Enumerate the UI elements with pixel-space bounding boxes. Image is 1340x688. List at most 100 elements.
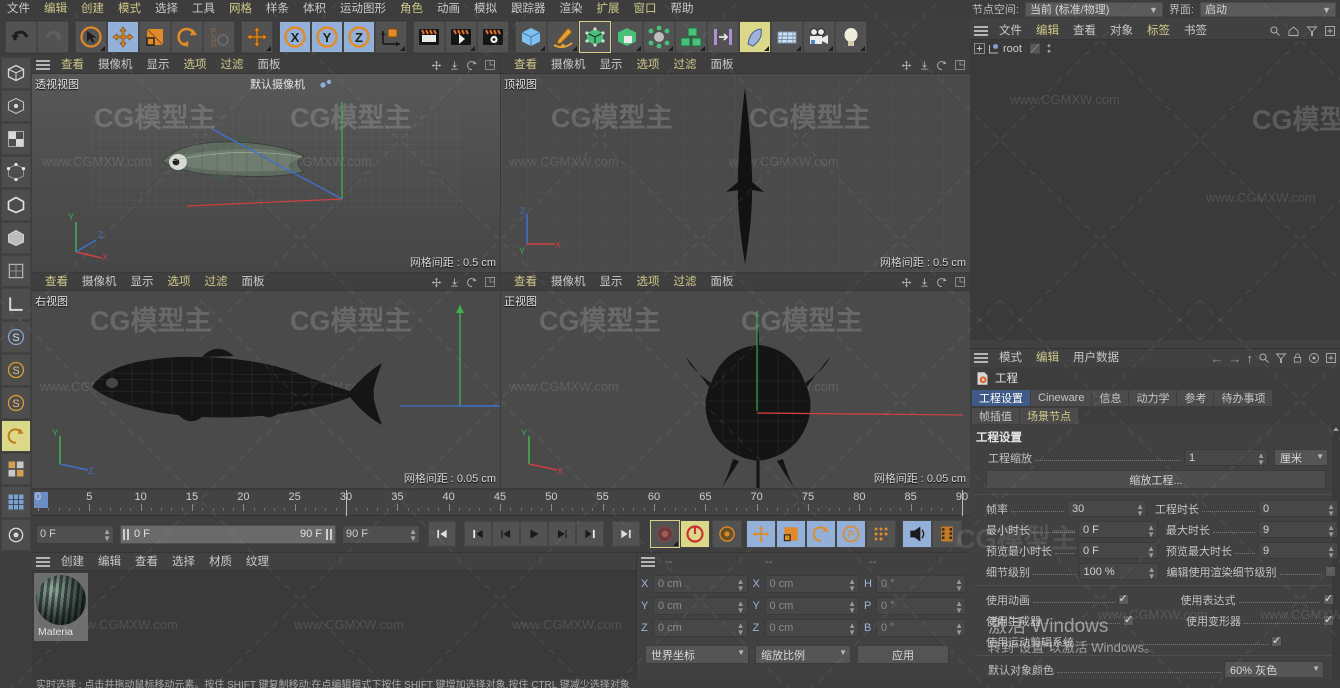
film-strip-button[interactable] <box>932 520 962 548</box>
viewport-menu-item-5[interactable]: 面板 <box>704 56 741 74</box>
arrow-right-icon[interactable]: → <box>1229 351 1242 366</box>
model-mode-button[interactable] <box>1 57 31 89</box>
attributes-menu-item-2[interactable]: 用户数据 <box>1066 349 1126 367</box>
attribute-checkbox[interactable] <box>1117 592 1129 605</box>
menu-item-13[interactable]: 跟踪器 <box>504 0 553 18</box>
menu-item-17[interactable]: 帮助 <box>664 0 701 18</box>
viewport-nav-icons[interactable] <box>430 273 496 291</box>
x-axis-toggle[interactable]: X <box>279 21 311 53</box>
snap-s3-button[interactable]: S <box>1 387 31 419</box>
viewport-menu-item-1[interactable]: 摄像机 <box>75 273 124 291</box>
spinner-icon[interactable]: ▲ ▼ <box>1136 503 1144 518</box>
viewport-menu-item-5[interactable]: 面板 <box>251 56 288 74</box>
snap-s1-button[interactable]: S <box>1 321 31 353</box>
object-menu-item-5[interactable]: 书签 <box>1177 22 1214 40</box>
viewport-front[interactable]: 查看 摄像机 显示 选项 过滤 面板 CG模型主 CG模型主 www.CGMXW.com … <box>501 273 970 488</box>
object-menu-item-1[interactable]: 编辑 <box>1029 22 1066 40</box>
position-y-field[interactable]: 0 cm ▲ ▼ <box>653 597 748 615</box>
layout-grid-button[interactable] <box>1 453 31 485</box>
material-menu-item-2[interactable]: 查看 <box>128 553 165 571</box>
attributes-menu-item-1[interactable]: 编辑 <box>1029 349 1066 367</box>
current-frame-field[interactable]: 0 F ▲ ▼ <box>36 524 114 544</box>
go-to-previous-key-button[interactable] <box>464 521 492 547</box>
material-menu-item-5[interactable]: 纹理 <box>239 553 276 571</box>
attributes-tab-待办事项[interactable]: 待办事项 <box>1214 390 1273 406</box>
spinner-icon[interactable]: ▲ ▼ <box>1147 524 1155 539</box>
deformer-button[interactable] <box>611 21 643 53</box>
menu-item-3[interactable]: 模式 <box>111 0 148 18</box>
object-manager-body[interactable]: root www.CGMXW.com www.CGMXW.com CG模型主 <box>970 40 1340 340</box>
attribute-field-right[interactable]: 9 ▲ ▼ <box>1258 542 1338 560</box>
menu-item-10[interactable]: 角色 <box>393 0 430 18</box>
timeline-playhead[interactable] <box>346 490 347 516</box>
spinner-icon[interactable]: ▲ ▼ <box>1147 545 1155 560</box>
material-manager-menu[interactable]: 创建 编辑 查看 选择 材质 纹理 <box>54 553 276 571</box>
viewport-top-menu[interactable]: 查看 摄像机 显示 选项 过滤 面板 <box>507 56 741 74</box>
move-tool[interactable] <box>107 21 139 53</box>
viewport-right-menu[interactable]: 查看 摄像机 显示 选项 过滤 面板 <box>38 273 272 291</box>
uv-mode-button[interactable] <box>1 486 31 518</box>
sculpt-button[interactable] <box>739 21 771 53</box>
viewport-nav-icons[interactable] <box>900 56 966 74</box>
viewport-perspective[interactable]: 查看摄像机显示选项过滤面板 CG模型主 CG模型主 www.CGMXW.com … <box>32 56 500 272</box>
attribute-field[interactable]: 100 % ▲ ▼ <box>1078 563 1159 581</box>
object-row-root[interactable]: root <box>970 40 1340 57</box>
go-to-end-button[interactable] <box>612 521 640 547</box>
viewport-menu-item-1[interactable]: 摄像机 <box>544 273 593 291</box>
attributes-tabs-row1[interactable]: 工程设置 Cineware 信息 动力学 参考 待办事项 <box>970 389 1340 407</box>
undo-button[interactable] <box>5 21 37 53</box>
attributes-tab-Cineware[interactable]: Cineware <box>1031 390 1092 406</box>
rotation-b-field[interactable]: 0 ° ▲ ▼ <box>876 619 966 637</box>
object-manager-icons[interactable] <box>1269 22 1336 40</box>
viewport-menu-item-1[interactable]: 摄像机 <box>544 56 593 74</box>
attribute-field-right[interactable]: 0 ▲ ▼ <box>1258 500 1338 518</box>
menu-item-2[interactable]: 创建 <box>74 0 111 18</box>
scroll-up-arrow[interactable] <box>1333 427 1339 431</box>
spline-pen-button[interactable] <box>547 21 579 53</box>
position-z-field[interactable]: 0 cm ▲ ▼ <box>653 619 748 637</box>
points-mode-button[interactable] <box>1 156 31 188</box>
viewport-front-menu[interactable]: 查看 摄像机 显示 选项 过滤 面板 <box>507 273 741 291</box>
attributes-tabs-row2[interactable]: 帧插值 场景节点 <box>970 407 1340 425</box>
spinner-icon[interactable]: ▲ ▼ <box>737 578 745 593</box>
attribute-field[interactable]: 0 F ▲ ▼ <box>1078 542 1158 560</box>
spinner-icon[interactable]: ▲ ▼ <box>848 578 856 593</box>
object-menu-item-0[interactable]: 文件 <box>992 22 1029 40</box>
z-axis-toggle[interactable]: Z <box>343 21 375 53</box>
max-frame-field[interactable]: 90 F ▲ ▼ <box>342 524 420 544</box>
material-manager-body[interactable]: www.CGMXW.com www.CGMXW.com www.CGMXW.co… <box>32 571 636 688</box>
rotate-tool[interactable] <box>171 21 203 53</box>
render-view-button[interactable] <box>413 21 445 53</box>
rotation-p-field[interactable]: 0 ° ▲ ▼ <box>876 597 966 615</box>
object-menu-item-2[interactable]: 查看 <box>1066 22 1103 40</box>
viewport-menu-item-2[interactable]: 显示 <box>140 56 177 74</box>
menu-item-15[interactable]: 扩展 <box>590 0 627 18</box>
scene-floor-button[interactable] <box>771 21 803 53</box>
viewport-top[interactable]: 查看摄像机显示选项过滤面板 CG模型主 CG模型主 www.CGMXW.com … <box>501 56 970 272</box>
scale-project-button[interactable]: 缩放工程... <box>986 470 1326 489</box>
particles-button[interactable] <box>643 21 675 53</box>
spinner-icon[interactable]: ▲ ▼ <box>848 600 856 615</box>
attribute-checkbox[interactable] <box>1123 613 1134 626</box>
viewport-right-canvas[interactable]: CG模型主 CG模型主 www.CGMXW.com www.CGMXW.com <box>32 291 500 488</box>
step-forward-button[interactable] <box>548 521 576 547</box>
attribute-checkbox-right[interactable] <box>1323 592 1334 605</box>
record-active-objects-button[interactable] <box>650 520 680 548</box>
key-pla-button[interactable] <box>866 520 896 548</box>
position-x-field[interactable]: 0 cm ▲ ▼ <box>653 575 748 593</box>
viewport-menu-item-3[interactable]: 选项 <box>177 56 214 74</box>
viewport-menu-item-0[interactable]: 查看 <box>38 273 75 291</box>
spinner-icon[interactable]: ▲ ▼ <box>848 622 856 637</box>
polygons-mode-button[interactable] <box>1 222 31 254</box>
key-position-button[interactable] <box>746 520 776 548</box>
spinner-icon[interactable]: ▲ ▼ <box>955 622 963 637</box>
attribute-checkbox-right[interactable] <box>1325 566 1336 577</box>
arrow-up-icon[interactable]: ↑ <box>1247 351 1254 366</box>
coordinate-space-select[interactable]: 世界坐标 ▼ <box>645 645 749 664</box>
attributes-manager-menu[interactable]: 模式 编辑 用户数据 <box>992 349 1126 367</box>
menu-item-16[interactable]: 窗口 <box>627 0 664 18</box>
attributes-menu-icon[interactable] <box>974 352 990 364</box>
spinner-icon[interactable]: ▲ ▼ <box>955 578 963 593</box>
go-to-start-button[interactable] <box>428 521 456 547</box>
generator-button[interactable] <box>579 21 611 53</box>
